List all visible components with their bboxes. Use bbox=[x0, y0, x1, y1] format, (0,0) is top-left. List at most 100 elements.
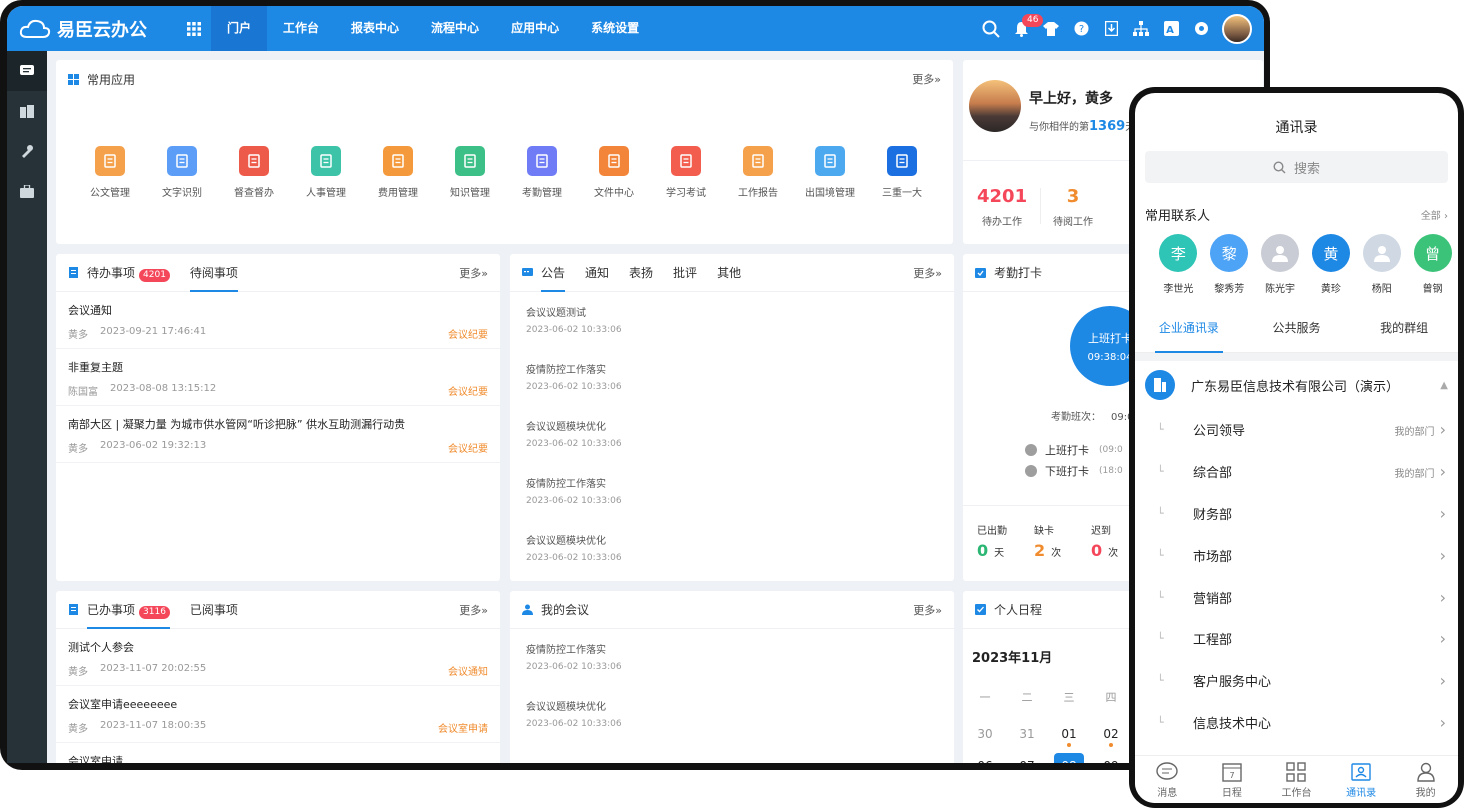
phone-search-input[interactable]: 搜索 bbox=[1145, 151, 1448, 183]
tab-other[interactable]: 其他 bbox=[717, 254, 741, 292]
sidebar-tools-icon[interactable] bbox=[7, 131, 47, 171]
list-item[interactable]: 会议议题测试 2023-06-02 10:33:06 bbox=[510, 292, 954, 349]
notice-more-link[interactable]: 更多» bbox=[913, 265, 942, 281]
table-row[interactable]: 测试个人参会 黄多 2023-11-07 20:02:55 会议通知 bbox=[56, 629, 500, 686]
tab-enterprise-directory[interactable]: 企业通讯录 bbox=[1135, 309, 1243, 353]
contact-item[interactable]: 曾曾钢 bbox=[1407, 234, 1458, 295]
common-apps-more-link[interactable]: 更多» bbox=[912, 71, 941, 87]
app-item[interactable]: 文件中心 bbox=[578, 146, 650, 199]
calendar-day[interactable]: 07 bbox=[1015, 753, 1039, 763]
bottom-nav-messages[interactable]: 消息 bbox=[1135, 756, 1200, 803]
list-item[interactable]: 疫情防控工作落实 2023-06-02 10:33:06 bbox=[510, 629, 954, 686]
company-row[interactable]: 广东易臣信息技术有限公司（演示） ▲ bbox=[1135, 353, 1458, 409]
tab-criticism[interactable]: 批评 bbox=[673, 254, 697, 292]
app-item[interactable]: 费用管理 bbox=[362, 146, 434, 199]
contact-item[interactable]: 黄黄珍 bbox=[1305, 234, 1356, 295]
calendar-day[interactable]: 08 bbox=[1054, 753, 1084, 763]
sidebar-building-icon[interactable] bbox=[7, 91, 47, 131]
attendance-stat[interactable]: 已出勤 0 天 bbox=[977, 522, 1034, 560]
todo-more-link[interactable]: 更多» bbox=[459, 265, 488, 281]
nav-reports[interactable]: 报表中心 bbox=[335, 6, 415, 51]
pending-read-stat[interactable]: 3 待阅工作 bbox=[1053, 186, 1093, 228]
notification-badge: 46 bbox=[1022, 13, 1044, 27]
tab-todo[interactable]: 待办事项 4201 bbox=[87, 254, 170, 292]
table-row[interactable]: 非重复主题 陈国富 2023-08-08 13:15:12 会议纪要 bbox=[56, 349, 500, 406]
department-row[interactable]: └ 综合部 我的部门 › bbox=[1135, 451, 1458, 493]
sidebar-message-icon[interactable] bbox=[7, 51, 47, 91]
apps-grid-icon[interactable] bbox=[177, 6, 211, 51]
department-row[interactable]: └ 公司领导 我的部门 › bbox=[1135, 409, 1458, 451]
department-row[interactable]: └ 工程部 › bbox=[1135, 618, 1458, 660]
search-icon[interactable] bbox=[982, 20, 1000, 38]
list-item[interactable]: 会议议题模块优化 2023-06-02 10:33:06 bbox=[510, 520, 954, 577]
app-item[interactable]: 考勤管理 bbox=[506, 146, 578, 199]
help-icon[interactable]: ? bbox=[1072, 20, 1090, 38]
tab-my-groups[interactable]: 我的群组 bbox=[1350, 309, 1458, 352]
nav-apps[interactable]: 应用中心 bbox=[495, 6, 575, 51]
calendar-day[interactable]: 01 bbox=[1057, 727, 1081, 741]
contact-item[interactable]: 陈光宇 bbox=[1255, 234, 1306, 295]
done-more-link[interactable]: 更多» bbox=[459, 602, 488, 618]
attendance-stat[interactable]: 缺卡 2 次 bbox=[1034, 522, 1091, 560]
tab-to-read[interactable]: 待阅事项 bbox=[189, 254, 238, 292]
tab-praise[interactable]: 表扬 bbox=[629, 254, 653, 292]
app-item[interactable]: 督查督办 bbox=[218, 146, 290, 199]
bell-icon[interactable]: 46 bbox=[1012, 13, 1044, 38]
nav-process[interactable]: 流程中心 bbox=[415, 6, 495, 51]
calendar-day[interactable]: 30 bbox=[973, 727, 997, 741]
table-row[interactable]: 会议通知 黄多 2023-09-21 17:46:41 会议纪要 bbox=[56, 292, 500, 349]
tab-read[interactable]: 已阅事项 bbox=[190, 591, 238, 629]
app-item[interactable]: 人事管理 bbox=[290, 146, 362, 199]
app-item[interactable]: 出国境管理 bbox=[794, 146, 866, 199]
nav-workbench[interactable]: 工作台 bbox=[267, 6, 335, 51]
pending-work-stat[interactable]: 4201 待办工作 bbox=[977, 186, 1027, 228]
table-row[interactable]: 南部大区 | 凝聚力量 为城市供水管网“听诊把脉” 供水互助测漏行动贵 黄多 202… bbox=[56, 406, 500, 463]
calendar-day[interactable]: 31 bbox=[1015, 727, 1039, 741]
department-row[interactable]: └ 市场部 › bbox=[1135, 534, 1458, 576]
contact-item[interactable]: 黎黎秀芳 bbox=[1204, 234, 1255, 295]
app-item[interactable]: 工作报告 bbox=[722, 146, 794, 199]
bottom-nav-schedule[interactable]: 7 日程 bbox=[1200, 756, 1265, 803]
list-item[interactable]: 会议议题模块优化 2023-06-02 10:33:06 bbox=[510, 406, 954, 463]
calendar-day[interactable]: 09 bbox=[1099, 753, 1123, 763]
user-avatar[interactable] bbox=[1222, 13, 1252, 44]
department-row[interactable]: └ 财务部 › bbox=[1135, 493, 1458, 535]
department-row[interactable]: └ 客户服务中心 › bbox=[1135, 660, 1458, 702]
list-item[interactable]: 会议议题模块优化 2023-06-02 10:33:06 bbox=[510, 686, 954, 743]
font-size-icon[interactable]: A bbox=[1162, 20, 1180, 38]
table-row[interactable]: 会议室申请eeeeeeee 黄多 2023-11-07 18:00:35 会议室申请 bbox=[56, 686, 500, 743]
tab-public-service[interactable]: 公共服务 bbox=[1243, 309, 1351, 352]
department-row[interactable]: └ 营销部 › bbox=[1135, 576, 1458, 618]
tab-notice[interactable]: 通知 bbox=[585, 254, 609, 292]
app-item[interactable]: 学习考试 bbox=[650, 146, 722, 199]
department-row[interactable]: └ 信息技术中心 › bbox=[1135, 702, 1458, 744]
app-logo[interactable]: 易臣云办公 bbox=[7, 16, 177, 42]
nav-portal[interactable]: 门户 bbox=[211, 6, 268, 51]
bottom-nav-contacts[interactable]: 通讯录 bbox=[1329, 756, 1394, 803]
calendar-day[interactable]: 02 bbox=[1099, 727, 1123, 741]
table-row[interactable]: 会议室申请 bbox=[56, 743, 500, 763]
bottom-nav-me[interactable]: 我的 bbox=[1393, 756, 1458, 803]
app-item[interactable]: 公文管理 bbox=[74, 146, 146, 199]
contact-item[interactable]: 杨阳 bbox=[1356, 234, 1407, 295]
contact-item[interactable]: 李李世光 bbox=[1153, 234, 1204, 295]
settings-gear-icon[interactable] bbox=[1192, 20, 1210, 38]
download-icon[interactable] bbox=[1102, 20, 1120, 38]
nav-settings[interactable]: 系统设置 bbox=[575, 6, 655, 51]
tab-announcement[interactable]: 公告 bbox=[541, 254, 566, 292]
list-item[interactable]: 疫情防控工作落实 2023-06-02 10:33:06 bbox=[510, 349, 954, 406]
meetings-more-link[interactable]: 更多» bbox=[913, 602, 942, 618]
tab-done[interactable]: 已办事项 3116 bbox=[87, 591, 170, 629]
collapse-arrow-icon[interactable]: ▲ bbox=[1440, 380, 1448, 391]
sidebar-briefcase-icon[interactable] bbox=[7, 171, 47, 211]
list-item[interactable]: 疫情防控工作落实 2023-06-02 10:33:06 bbox=[510, 463, 954, 520]
app-item[interactable]: 三重一大 bbox=[866, 146, 938, 199]
department-tag-label: 我的部门 bbox=[1394, 469, 1435, 481]
view-all-link[interactable]: 全部 › bbox=[1421, 207, 1448, 222]
org-chart-icon[interactable] bbox=[1132, 20, 1150, 38]
shirt-icon[interactable] bbox=[1042, 20, 1060, 38]
app-item[interactable]: 文字识别 bbox=[146, 146, 218, 199]
calendar-day[interactable]: 06 bbox=[973, 753, 997, 763]
bottom-nav-workbench[interactable]: 工作台 bbox=[1264, 756, 1329, 803]
app-item[interactable]: 知识管理 bbox=[434, 146, 506, 199]
